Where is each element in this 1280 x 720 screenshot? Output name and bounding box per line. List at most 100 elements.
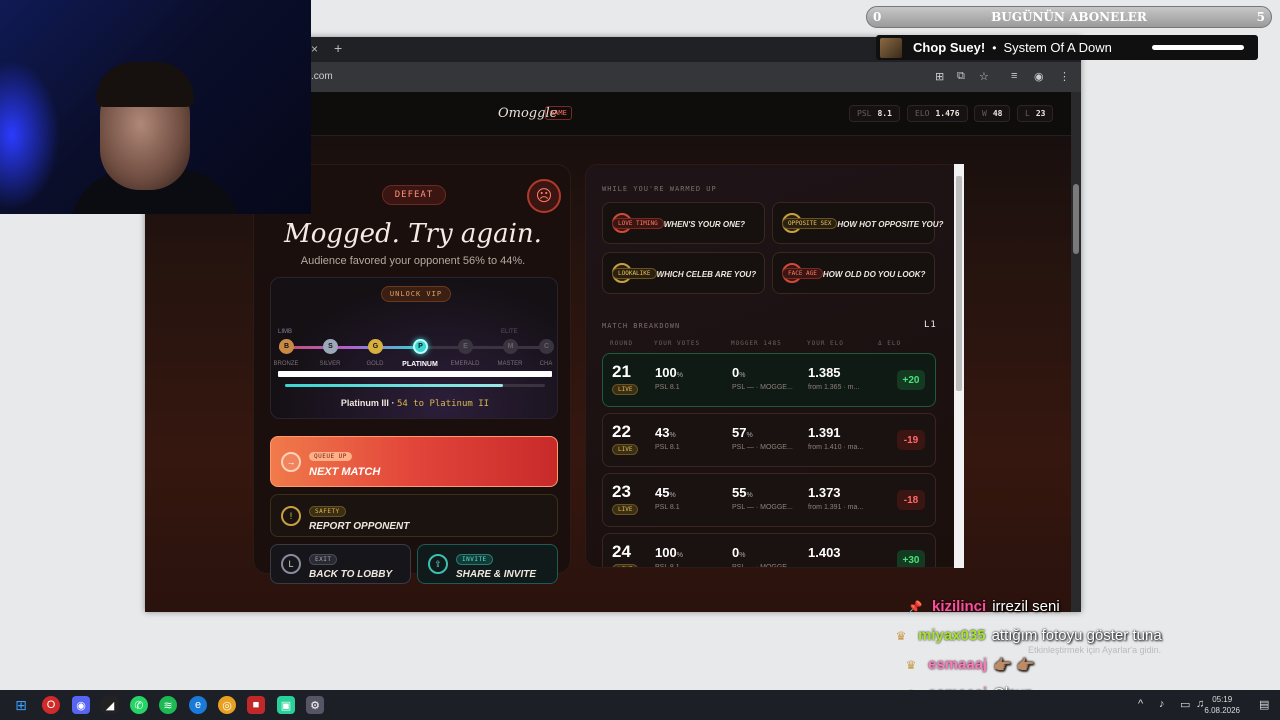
report-label: REPORT OPPONENT	[309, 520, 410, 532]
next-match-button[interactable]: → QUEUE UP NEXT MATCH	[270, 436, 558, 487]
discord-icon[interactable]: ◉	[72, 696, 90, 714]
opera-icon[interactable]: O	[42, 696, 60, 714]
profile-icon[interactable]: ◉	[1034, 70, 1044, 83]
col-mogger: MOGGER 1485	[731, 340, 782, 347]
spotify-icon[interactable]: ≋	[159, 696, 177, 714]
tray-chevron-icon[interactable]: ^	[1138, 698, 1143, 710]
taskbar: ⊞ O ◉ ◢ ✆ ≋ e ◎ ■ ▣ ⚙ ^ ♪ ▭ ♫ 05:19 6.08…	[0, 690, 1280, 720]
rank-progress-fill	[285, 384, 503, 387]
round-number: 23	[612, 482, 631, 501]
card-face-age[interactable]: A FACE AGEHOW OLD DO YOU LOOK?	[772, 252, 935, 294]
elo-delta: -19	[897, 430, 925, 450]
elite-label: ELITE	[501, 329, 518, 335]
chat-username: esmaaaj	[928, 656, 988, 673]
tier-label: CHA	[539, 361, 553, 367]
match-row[interactable]: 22 LIVE 43% PSL 8.1 57% PSL — · MOGGE... 1.391…	[602, 413, 936, 467]
tier-label: PLATINUM	[402, 361, 438, 368]
card-question: WHICH CELEB ARE YOU?	[656, 270, 757, 279]
reading-list-icon[interactable]: ≡	[1011, 70, 1017, 82]
card-tag: OPPOSITE SEX	[782, 217, 838, 229]
mogger-votes: 0%	[732, 545, 746, 560]
match-row[interactable]: 24 LIVE 100% PSL 8.1 0% PSL — · MOGGE... 1.403…	[602, 533, 936, 568]
tier-silver-icon: S	[323, 339, 338, 354]
subs-label: BUGÜNÜN ABONELER	[991, 10, 1147, 24]
whatsapp-icon[interactable]: ✆	[130, 696, 148, 714]
mic-icon[interactable]: ♪	[1159, 698, 1165, 710]
card-question: WHEN'S YOUR ONE?	[663, 220, 746, 229]
notification-icon[interactable]: ▤	[1259, 698, 1269, 711]
result-panel: DEFEAT ☹ Mogged. Try again. Audience fav…	[253, 164, 571, 584]
menu-dots-icon[interactable]: ⋮	[1059, 70, 1070, 83]
url-text[interactable]: .com	[311, 71, 333, 82]
card-love-timing[interactable]: M LOVE TIMINGWHEN'S YOUR ONE?	[602, 202, 765, 244]
card-question: HOW HOT OPPOSITE YOU?	[837, 220, 944, 229]
mogger-votes: 55%	[732, 485, 753, 500]
clock-date: 6.08.2026	[1204, 706, 1240, 715]
round-number: 21	[612, 362, 631, 381]
chat-text: attığım fotoyu göster tuna	[991, 627, 1162, 644]
song-title: Chop Suey!	[913, 40, 986, 55]
tier-track-fill	[279, 346, 421, 349]
mogger-sub: PSL — · MOGGE...	[732, 564, 793, 568]
settings-icon[interactable]: ⚙	[306, 696, 324, 714]
song-progress-bar	[1152, 45, 1244, 50]
stat-losses: L 23	[1017, 105, 1054, 122]
translate-icon[interactable]: ⊞	[935, 70, 944, 83]
app-green-icon[interactable]: ▣	[277, 696, 295, 714]
stat-elo: ELO 1.476	[907, 105, 968, 122]
card-lookalike[interactable]: C LOOKALIKEWHICH CELEB ARE YOU?	[602, 252, 765, 294]
now-playing-widget: Chop Suey! • System Of A Down	[876, 35, 1258, 60]
tier-label: MASTER	[497, 361, 523, 367]
tab-close-icon[interactable]: ×	[311, 42, 318, 56]
mogger-sub: PSL — · MOGGE...	[732, 384, 793, 391]
new-tab-button[interactable]: +	[334, 40, 342, 56]
tier-label: EMERALD	[450, 361, 480, 367]
round-number: 22	[612, 422, 631, 441]
card-opposite-sex[interactable]: G OPPOSITE SEXHOW HOT OPPOSITE YOU?	[772, 202, 943, 244]
limb-label: LIMB	[278, 329, 293, 335]
subs-left-count: 0	[873, 10, 882, 24]
match-row[interactable]: 23 LIVE 45% PSL 8.1 55% PSL — · MOGGE... 1.373…	[602, 473, 936, 527]
volume-icon[interactable]: ♫	[1196, 698, 1204, 710]
game-badge: GAME	[545, 106, 572, 120]
elo-delta: -18	[897, 490, 925, 510]
match-row[interactable]: 21 LIVE 100% PSL 8.1 0% PSL — · MOGGE... 1.385…	[602, 353, 936, 407]
your-psl: PSL 8.1	[655, 384, 680, 391]
report-opponent-button[interactable]: ! SAFETY REPORT OPPONENT	[270, 494, 558, 537]
panel-scrollbar[interactable]	[954, 164, 964, 568]
lobby-label: BACK TO LOBBY	[309, 569, 393, 580]
card-tag: LOOKALIKE	[612, 267, 657, 279]
elo-delta: +30	[897, 550, 925, 567]
app-red-icon[interactable]: ■	[247, 696, 265, 714]
share-icon: ⇪	[428, 554, 448, 574]
live-badge: LIVE	[612, 564, 639, 567]
chat-message: 📌 kizilinci irrezil seni	[906, 594, 1060, 619]
sad-face-icon[interactable]: ☹	[527, 179, 561, 213]
rank-to-next: 54 to Platinum II	[396, 399, 490, 409]
tier-cha-icon: C	[539, 339, 554, 354]
editor-icon[interactable]: ◢	[101, 696, 119, 714]
rank-current: Platinum III	[340, 398, 389, 408]
install-icon[interactable]: ⧉	[957, 70, 965, 83]
chat-username: kizilinci	[932, 598, 987, 615]
windows-start-icon[interactable]: ⊞	[12, 696, 30, 714]
page-scrollbar[interactable]	[1071, 92, 1081, 612]
your-psl: PSL 8.1	[655, 444, 680, 451]
taskbar-clock[interactable]: 05:19 6.08.2026	[1204, 694, 1240, 716]
chat-text: irrezil seni	[992, 598, 1060, 615]
result-subtitle: Audience favored your opponent 56% to 44…	[300, 255, 526, 267]
edge-icon[interactable]: e	[189, 696, 207, 714]
share-invite-button[interactable]: ⇪ INVITE SHARE & INVITE	[417, 544, 558, 584]
bookmark-star-icon[interactable]: ☆	[979, 70, 989, 83]
tier-emerald-icon: E	[458, 339, 473, 354]
your-psl: PSL 8.1	[655, 564, 680, 568]
chrome-icon[interactable]: ◎	[218, 696, 236, 714]
tier-gold-icon: G	[368, 339, 383, 354]
back-to-lobby-button[interactable]: L EXIT BACK TO LOBBY	[270, 544, 411, 584]
stream-chat: 📌 kizilinci irrezil seni ♛ miyax035 attığım f…	[880, 594, 1280, 702]
clock-time: 05:19	[1212, 695, 1233, 704]
unlock-vip-button[interactable]: UNLOCK VIP	[381, 286, 451, 302]
share-label: SHARE & INVITE	[456, 569, 537, 580]
network-icon[interactable]: ▭	[1180, 698, 1190, 711]
tier-master-icon: M	[503, 339, 518, 354]
